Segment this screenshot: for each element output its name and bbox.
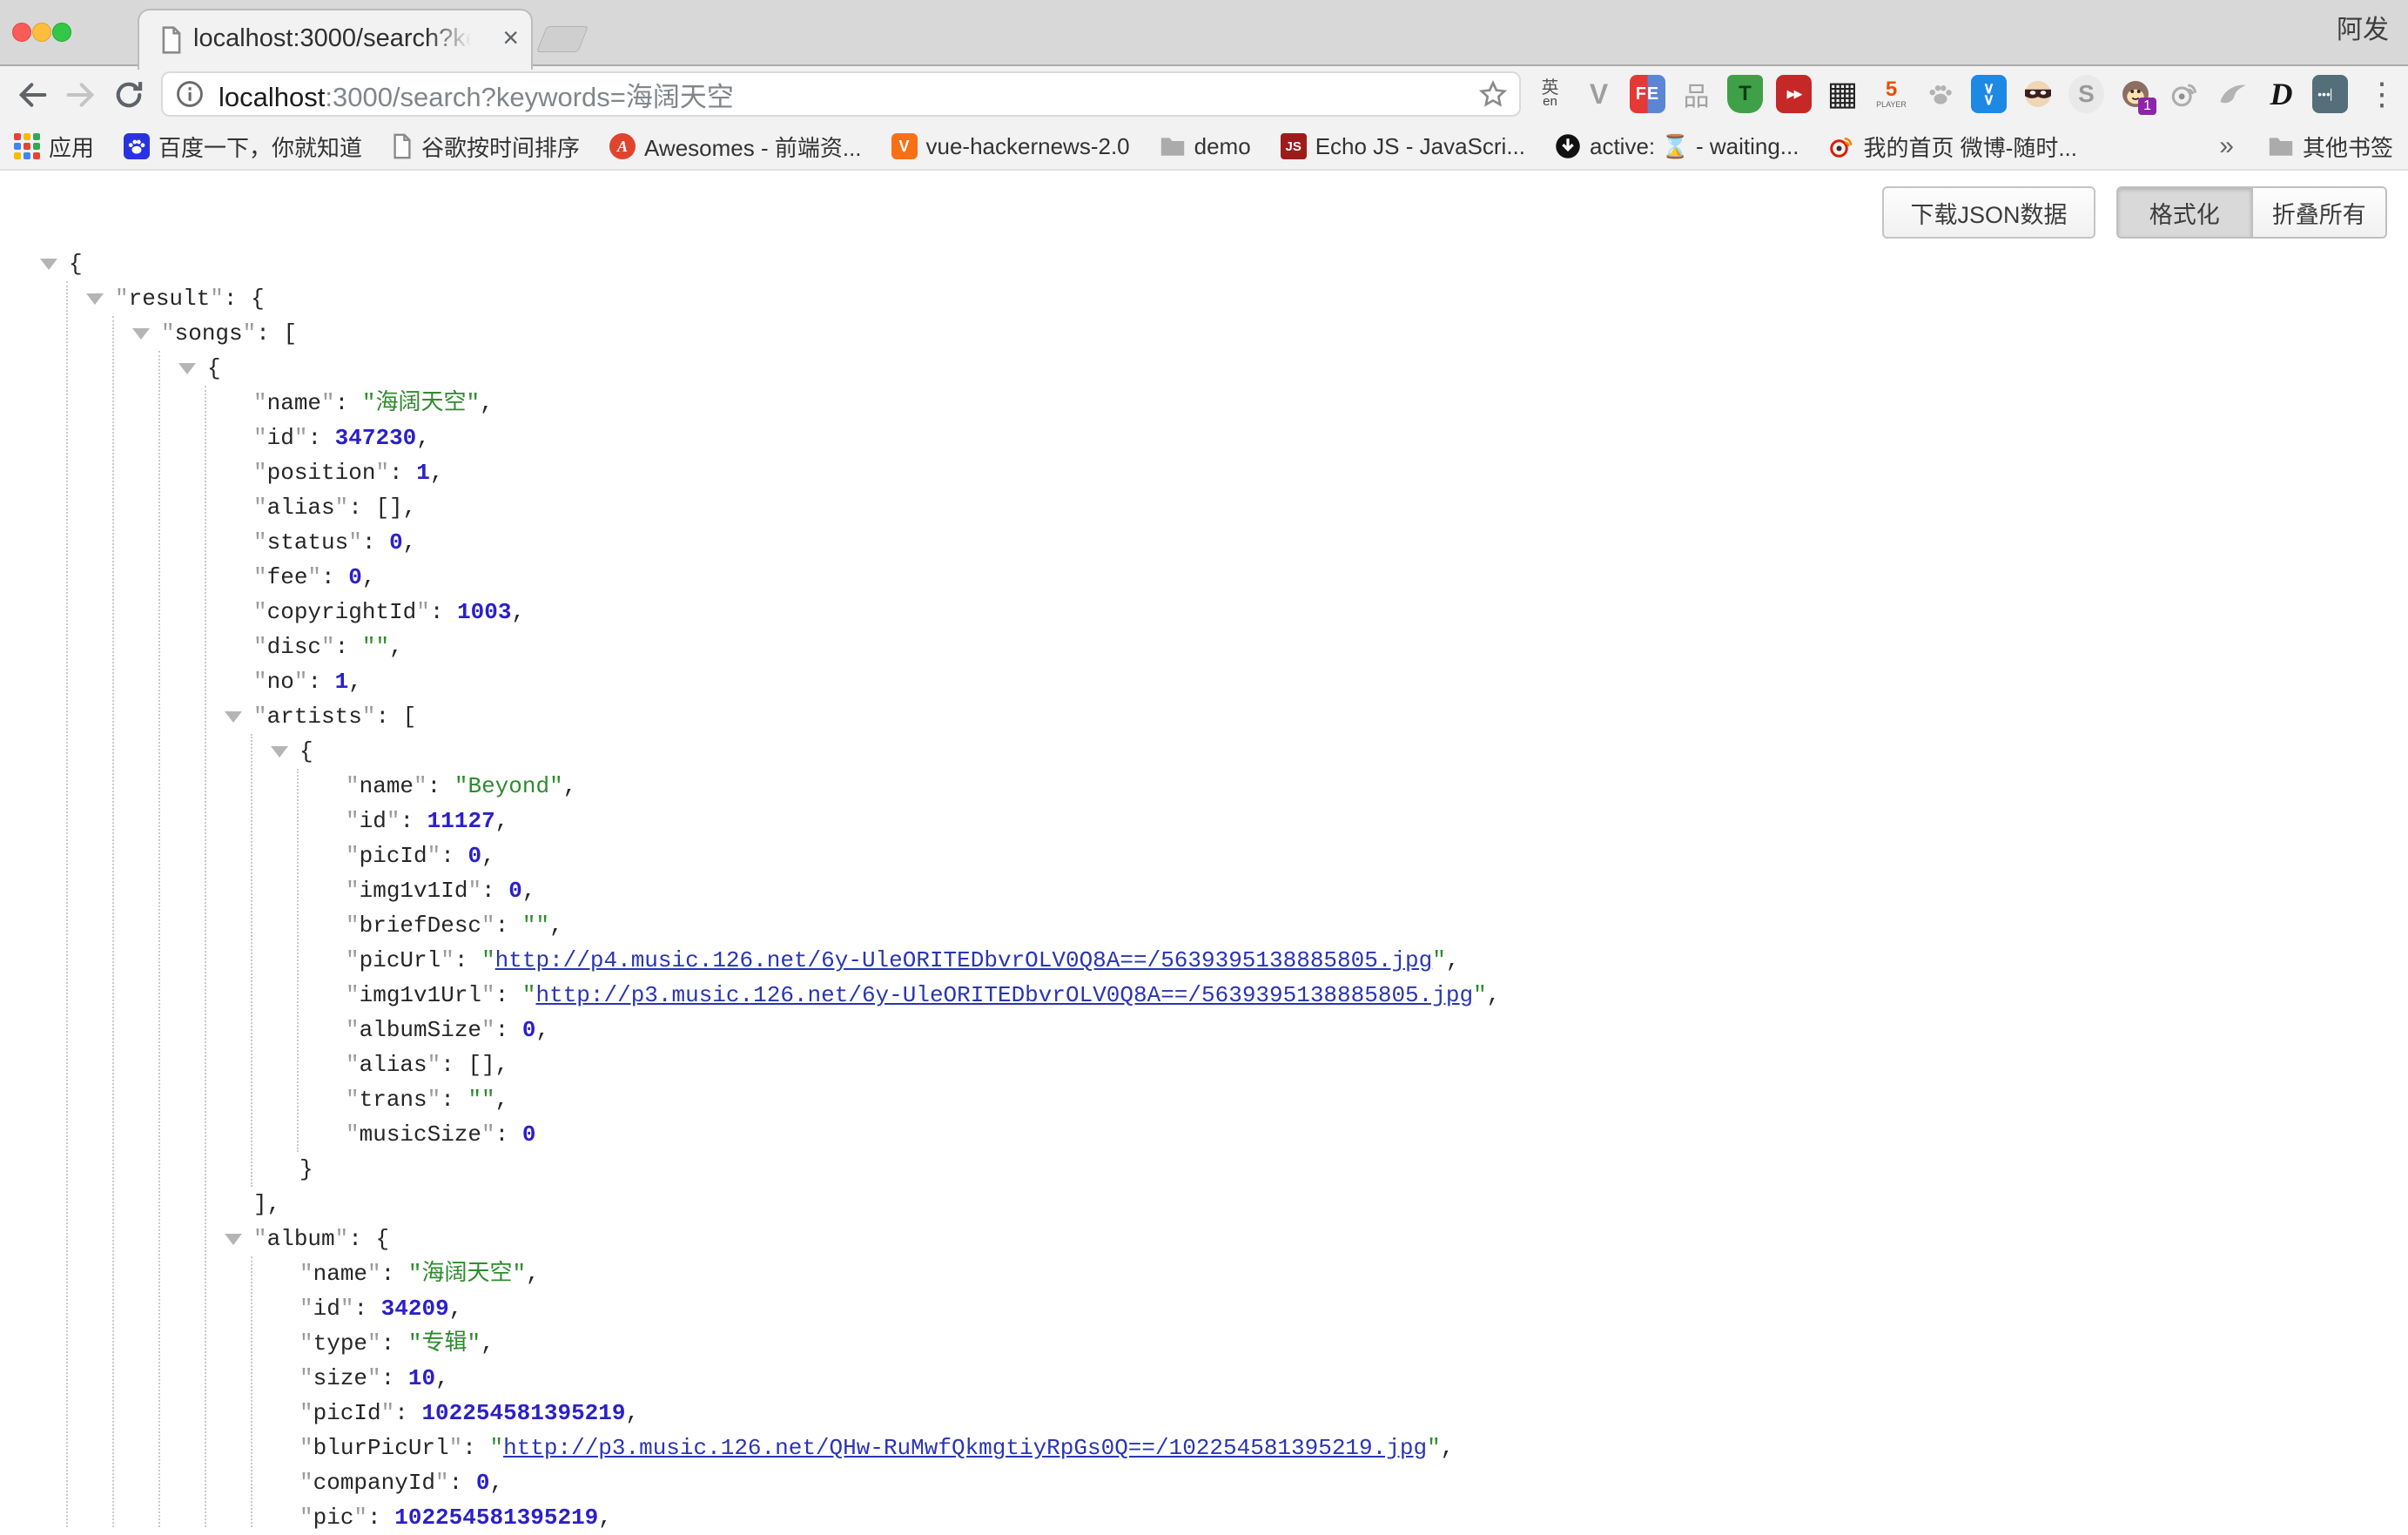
d-extension-icon[interactable]: D <box>2263 75 2299 113</box>
page-icon <box>392 133 413 159</box>
apps-grid-icon <box>14 133 40 159</box>
json-controls: 下载JSON数据 格式化 折叠所有 <box>0 186 2408 239</box>
bookmark-item[interactable]: demo <box>1145 133 1266 160</box>
bookmark-item[interactable]: 我的首页 微博-随时... <box>1813 131 2092 163</box>
js-badge-icon: JS <box>1281 133 1307 159</box>
vimium-extension-icon[interactable]: V <box>1581 75 1617 113</box>
toolbar: localhost:3000/search?keywords=海阔天空 英en V… <box>0 66 2408 124</box>
dots-bar-extension-icon[interactable]: •••⎸ <box>2312 75 2348 113</box>
tab-title-fade <box>427 12 491 64</box>
forward-button[interactable] <box>59 74 101 116</box>
bookmark-label: demo <box>1194 133 1251 160</box>
format-button[interactable]: 格式化 <box>2118 188 2251 237</box>
bookmark-item[interactable]: JS Echo JS - JavaScri... <box>1266 133 1540 160</box>
qr-code-extension-icon[interactable]: ▦ <box>1825 75 1860 113</box>
bookmark-item[interactable]: active: ⌛ - waiting... <box>1540 133 1813 160</box>
bookmark-item[interactable]: A Awesomes - 前端资... <box>595 131 876 163</box>
bookmarks-bar: 应用 百度一下，你就知道 谷歌按时间排序 A Awesomes - 前端资... Vvue… <box>0 124 2408 171</box>
extensions-area: 英en V FE 品T ▶▶ ▦ 5PLAYER ∨∨ S 1 D •••⎸ <box>1532 72 2348 116</box>
url-host: localhost <box>219 82 325 112</box>
chrome-menu-icon[interactable]: ⋮ <box>2363 72 2401 116</box>
shield-t-extension-icon[interactable]: T <box>1727 75 1763 113</box>
folder-icon <box>2268 136 2294 157</box>
fast-forward-extension-icon[interactable]: ▶▶ <box>1776 75 1812 113</box>
bookmark-label: active: ⌛ - waiting... <box>1590 133 1799 160</box>
bookmark-label: 我的首页 微博-随时... <box>1863 131 2077 163</box>
bookmark-label: 谷歌按时间排序 <box>421 131 580 163</box>
bookmark-label: Awesomes - 前端资... <box>644 131 861 163</box>
active-tab[interactable]: localhost:3000/search?keywor × <box>138 9 533 70</box>
bird-extension-icon[interactable] <box>2215 75 2250 113</box>
bookmark-item[interactable]: 谷歌按时间排序 <box>377 131 595 163</box>
translate-extension-icon[interactable]: 英en <box>1532 75 1568 113</box>
paw-extension-icon[interactable] <box>1922 75 1958 113</box>
new-tab-button[interactable] <box>536 26 589 52</box>
close-window-button[interactable] <box>12 23 31 42</box>
double-chevron-extension-icon[interactable]: ∨∨ <box>1971 75 2007 113</box>
collapse-all-button[interactable]: 折叠所有 <box>2251 188 2386 237</box>
bookmark-item[interactable]: Vvue-hackernews-2.0 <box>877 133 1145 160</box>
html5-player-extension-icon[interactable]: 5PLAYER <box>1873 75 1909 113</box>
other-bookmarks-folder[interactable]: 其他书签 <box>2253 131 2408 163</box>
weibo-red-icon <box>1828 133 1854 159</box>
download-json-button[interactable]: 下载JSON数据 <box>1882 186 2095 239</box>
baidu-paw-icon <box>124 133 150 159</box>
address-bar[interactable]: localhost:3000/search?keywords=海阔天空 <box>161 71 1521 117</box>
info-icon[interactable] <box>175 79 205 109</box>
browser-window: { "window": { "profile_name": "阿发", "tab… <box>0 0 2408 1527</box>
format-collapse-segmented-control: 格式化 折叠所有 <box>2116 186 2387 239</box>
extension-badge: 1 <box>2138 98 2156 115</box>
other-bookmarks-label: 其他书签 <box>2303 131 2393 163</box>
page-favicon-icon <box>160 26 183 58</box>
sitemap-extension-icon[interactable]: 品 <box>1678 75 1714 113</box>
bookmark-star-icon[interactable] <box>1477 78 1509 110</box>
folder-icon <box>1160 136 1186 157</box>
url-path: :3000/search?keywords=海阔天空 <box>325 82 734 112</box>
reload-button[interactable] <box>108 74 150 116</box>
fe-extension-icon[interactable]: FE <box>1630 75 1665 113</box>
bookmark-item[interactable]: 应用 <box>0 131 109 163</box>
zoom-window-button[interactable] <box>52 23 71 42</box>
back-button[interactable] <box>12 74 54 116</box>
bookmark-label: vue-hackernews-2.0 <box>926 133 1130 160</box>
v-badge-icon: V <box>891 133 918 159</box>
weibo-extension-icon[interactable] <box>2166 75 2202 113</box>
download-circle-icon <box>1555 133 1581 159</box>
tab-bar: localhost:3000/search?keywor × 阿发 <box>0 0 2408 66</box>
bookmark-item[interactable]: 百度一下，你就知道 <box>109 131 377 163</box>
bookmark-label: 应用 <box>49 131 94 163</box>
url-text[interactable]: localhost:3000/search?keywords=海阔天空 <box>219 75 734 114</box>
a-badge-icon: A <box>609 133 636 159</box>
minimize-window-button[interactable] <box>32 23 51 42</box>
bookmark-label: Echo JS - JavaScri... <box>1315 133 1525 160</box>
monkey-extension-icon[interactable]: 1 <box>2117 75 2153 113</box>
bookmarks-overflow-chevron-icon[interactable]: » <box>2200 131 2253 161</box>
tab-close-icon[interactable]: × <box>502 10 519 66</box>
bookmark-label: 百度一下，你就知道 <box>158 131 362 163</box>
mask-extension-icon[interactable] <box>2020 75 2055 113</box>
page-content: 下载JSON数据 格式化 折叠所有 <box>0 171 2408 1527</box>
profile-name: 阿发 <box>2337 0 2389 66</box>
s-extension-icon[interactable]: S <box>2068 75 2104 113</box>
